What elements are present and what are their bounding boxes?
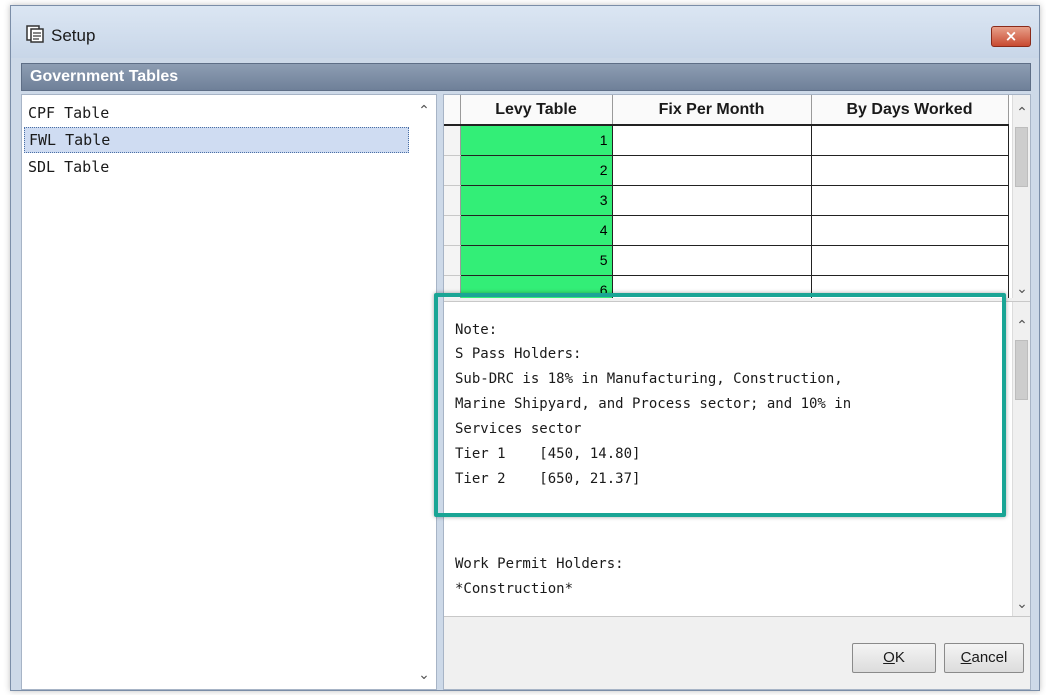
- ok-button[interactable]: OK: [852, 643, 936, 673]
- levy-cell[interactable]: 3: [460, 185, 613, 216]
- note-line: Note:: [455, 322, 498, 338]
- fix-per-month-cell[interactable]: [612, 215, 812, 246]
- note-scrollbar[interactable]: ⌃ ⌄: [1012, 302, 1030, 616]
- fix-per-month-cell[interactable]: [612, 155, 812, 186]
- note-scroll-thumb[interactable]: [1015, 340, 1028, 400]
- ok-mnemonic: O: [883, 649, 895, 666]
- by-days-worked-cell[interactable]: [811, 275, 1009, 298]
- note-line: *Construction*: [455, 581, 574, 597]
- note-line: Tier 2 [650, 21.37]: [455, 471, 641, 487]
- list-item-fwl-table[interactable]: FWL Table: [24, 127, 409, 153]
- note-line: S Pass Holders:: [455, 346, 582, 362]
- row-header[interactable]: [444, 125, 461, 156]
- note-line: Tier 1 [450, 14.80]: [455, 446, 641, 462]
- list-item-cpf-table[interactable]: CPF Table: [24, 101, 409, 127]
- section-header: Government Tables: [21, 63, 1031, 91]
- table-row: 3: [444, 185, 1009, 216]
- setup-window: Setup × Government Tables CPF Table FWL …: [10, 5, 1040, 691]
- close-button[interactable]: ×: [991, 26, 1031, 47]
- levy-panel: Levy Table Fix Per Month By Days Worked …: [443, 94, 1031, 690]
- cancel-label: ancel: [971, 649, 1008, 666]
- note-line: Sub-DRC is 18% in Manufacturing, Constru…: [455, 371, 843, 387]
- column-header-fix-per-month[interactable]: Fix Per Month: [612, 95, 812, 126]
- by-days-worked-cell[interactable]: [811, 125, 1009, 156]
- note-scroll-down-icon[interactable]: ⌄: [1012, 594, 1030, 614]
- levy-grid[interactable]: Levy Table Fix Per Month By Days Worked …: [444, 95, 1030, 298]
- table-row: 1: [444, 125, 1009, 156]
- row-header[interactable]: [444, 275, 461, 298]
- row-header[interactable]: [444, 245, 461, 276]
- table-list[interactable]: CPF Table FWL Table SDL Table ⌃ ⌄: [21, 94, 437, 690]
- list-scroll-up-icon[interactable]: ⌃: [414, 101, 434, 121]
- levy-cell[interactable]: 5: [460, 245, 613, 276]
- table-row: 2: [444, 155, 1009, 186]
- title-bar[interactable]: Setup ×: [11, 6, 1039, 58]
- setup-app-icon: [26, 25, 44, 43]
- by-days-worked-cell[interactable]: [811, 155, 1009, 186]
- levy-cell[interactable]: 2: [460, 155, 613, 186]
- row-header[interactable]: [444, 155, 461, 186]
- cancel-button[interactable]: Cancel: [944, 643, 1024, 673]
- cancel-mnemonic: C: [960, 649, 972, 666]
- grid-scroll-up-icon[interactable]: ⌃: [1012, 103, 1030, 123]
- list-item-sdl-table[interactable]: SDL Table: [24, 155, 409, 181]
- fix-per-month-cell[interactable]: [612, 125, 812, 156]
- levy-cell[interactable]: 1: [460, 125, 613, 156]
- levy-table: Levy Table Fix Per Month By Days Worked …: [444, 95, 1009, 298]
- grid-scrollbar[interactable]: ⌃ ⌄: [1012, 95, 1030, 298]
- by-days-worked-cell[interactable]: [811, 245, 1009, 276]
- table-row: 6: [444, 275, 1009, 298]
- row-header-corner: [444, 95, 461, 126]
- note-scroll-up-icon[interactable]: ⌃: [1012, 316, 1030, 336]
- by-days-worked-cell[interactable]: [811, 215, 1009, 246]
- window-title: Setup: [51, 26, 96, 45]
- grid-scroll-down-icon[interactable]: ⌄: [1012, 279, 1030, 298]
- note-textarea[interactable]: Note: S Pass Holders: Sub-DRC is 18% in …: [444, 301, 1030, 617]
- row-header[interactable]: [444, 215, 461, 246]
- by-days-worked-cell[interactable]: [811, 185, 1009, 216]
- column-header-by-days-worked[interactable]: By Days Worked: [811, 95, 1009, 126]
- levy-cell[interactable]: 4: [460, 215, 613, 246]
- fix-per-month-cell[interactable]: [612, 185, 812, 216]
- close-icon: ×: [1004, 27, 1018, 45]
- grid-scroll-thumb[interactable]: [1015, 127, 1028, 187]
- table-row: 5: [444, 245, 1009, 276]
- fix-per-month-cell[interactable]: [612, 245, 812, 276]
- ok-label: K: [894, 649, 905, 666]
- list-scroll-down-icon[interactable]: ⌄: [414, 665, 434, 685]
- note-line: Marine Shipyard, and Process sector; and…: [455, 396, 852, 412]
- row-header[interactable]: [444, 185, 461, 216]
- levy-cell[interactable]: 6: [460, 275, 613, 298]
- table-row: 4: [444, 215, 1009, 246]
- fix-per-month-cell[interactable]: [612, 275, 812, 298]
- column-header-levy-table[interactable]: Levy Table: [460, 95, 613, 126]
- note-line: Services sector: [455, 421, 582, 437]
- note-line: Work Permit Holders:: [455, 556, 624, 572]
